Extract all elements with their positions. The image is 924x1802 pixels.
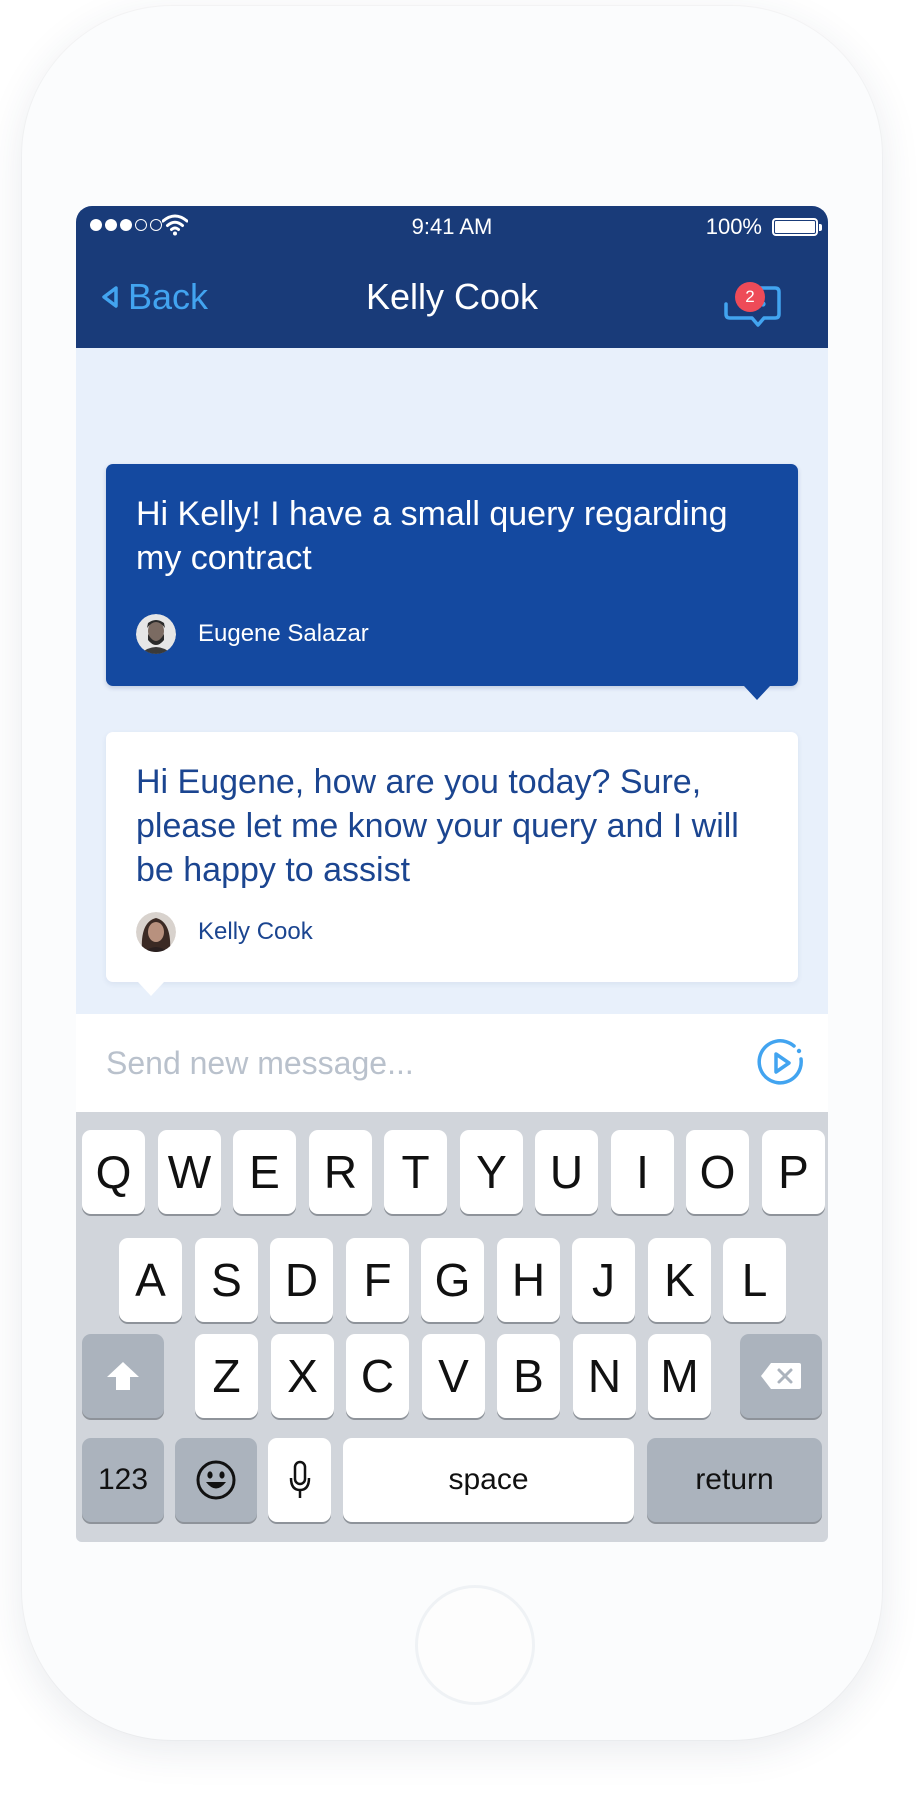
shift-icon: [107, 1362, 139, 1390]
sender-name: Eugene Salazar: [198, 620, 369, 647]
letter-key[interactable]: E: [233, 1130, 296, 1214]
compose-bar: [76, 1014, 828, 1112]
letter-key[interactable]: N: [573, 1334, 636, 1418]
letter-key[interactable]: K: [648, 1238, 711, 1322]
letter-key[interactable]: C: [346, 1334, 409, 1418]
letter-key[interactable]: M: [648, 1334, 711, 1418]
message-bubble-incoming: Hi Eugene, how are you today? Sure, plea…: [106, 732, 798, 996]
emoji-icon: [196, 1460, 236, 1500]
letter-key[interactable]: G: [421, 1238, 484, 1322]
letter-key[interactable]: T: [384, 1130, 447, 1214]
send-play-icon[interactable]: [756, 1038, 806, 1088]
message-bubble-outgoing: Hi Kelly! I have a small query regarding…: [106, 464, 798, 700]
battery-icon: [772, 218, 822, 236]
dictation-key[interactable]: [268, 1438, 331, 1522]
letter-key[interactable]: I: [611, 1130, 674, 1214]
phone-screen: 9:41 AM 100% Back Kelly Cook 2 Hi Kelly!…: [76, 206, 828, 1542]
letter-key[interactable]: X: [271, 1334, 334, 1418]
conversation-title: Kelly Cook: [365, 276, 539, 317]
letter-key[interactable]: U: [535, 1130, 598, 1214]
numbers-key[interactable]: 123: [82, 1438, 164, 1522]
notification-badge: 2: [735, 282, 765, 312]
letter-key[interactable]: O: [686, 1130, 749, 1214]
message-input[interactable]: [106, 1040, 706, 1086]
message-sender: Eugene Salazar: [136, 614, 369, 654]
letter-key[interactable]: W: [158, 1130, 221, 1214]
home-button[interactable]: [418, 1588, 532, 1702]
message-sender: Kelly Cook: [136, 912, 313, 952]
microphone-icon: [289, 1460, 310, 1498]
avatar: [136, 912, 176, 952]
navigation-bar: Back Kelly Cook 2: [76, 248, 828, 348]
letter-key[interactable]: V: [422, 1334, 485, 1418]
sender-name: Kelly Cook: [198, 918, 313, 945]
letter-key[interactable]: H: [497, 1238, 560, 1322]
message-text: Hi Kelly! I have a small query regarding…: [136, 495, 728, 577]
letter-key[interactable]: P: [762, 1130, 825, 1214]
letter-key[interactable]: Q: [82, 1130, 145, 1214]
letter-key[interactable]: S: [195, 1238, 258, 1322]
emoji-key[interactable]: [175, 1438, 257, 1522]
keyboard: QWERTYUIOP ASDFGHJKL ZXCVBNM 123 space r…: [76, 1112, 828, 1542]
avatar: [136, 614, 176, 654]
letter-key[interactable]: D: [270, 1238, 333, 1322]
letter-key[interactable]: Z: [195, 1334, 258, 1418]
letter-key[interactable]: Y: [460, 1130, 523, 1214]
letter-key[interactable]: A: [119, 1238, 182, 1322]
delete-key[interactable]: [740, 1334, 822, 1418]
letter-key[interactable]: L: [723, 1238, 786, 1322]
status-bar: 9:41 AM 100%: [76, 206, 828, 248]
message-text: Hi Eugene, how are you today? Sure, plea…: [136, 763, 739, 889]
battery-percentage: 100%: [705, 214, 762, 239]
backspace-icon: [761, 1363, 801, 1389]
return-key[interactable]: return: [647, 1438, 822, 1522]
letter-key[interactable]: J: [572, 1238, 635, 1322]
space-key[interactable]: space: [343, 1438, 634, 1522]
letter-key[interactable]: F: [346, 1238, 409, 1322]
shift-key[interactable]: [82, 1334, 164, 1418]
letter-key[interactable]: R: [309, 1130, 372, 1214]
letter-key[interactable]: B: [497, 1334, 560, 1418]
